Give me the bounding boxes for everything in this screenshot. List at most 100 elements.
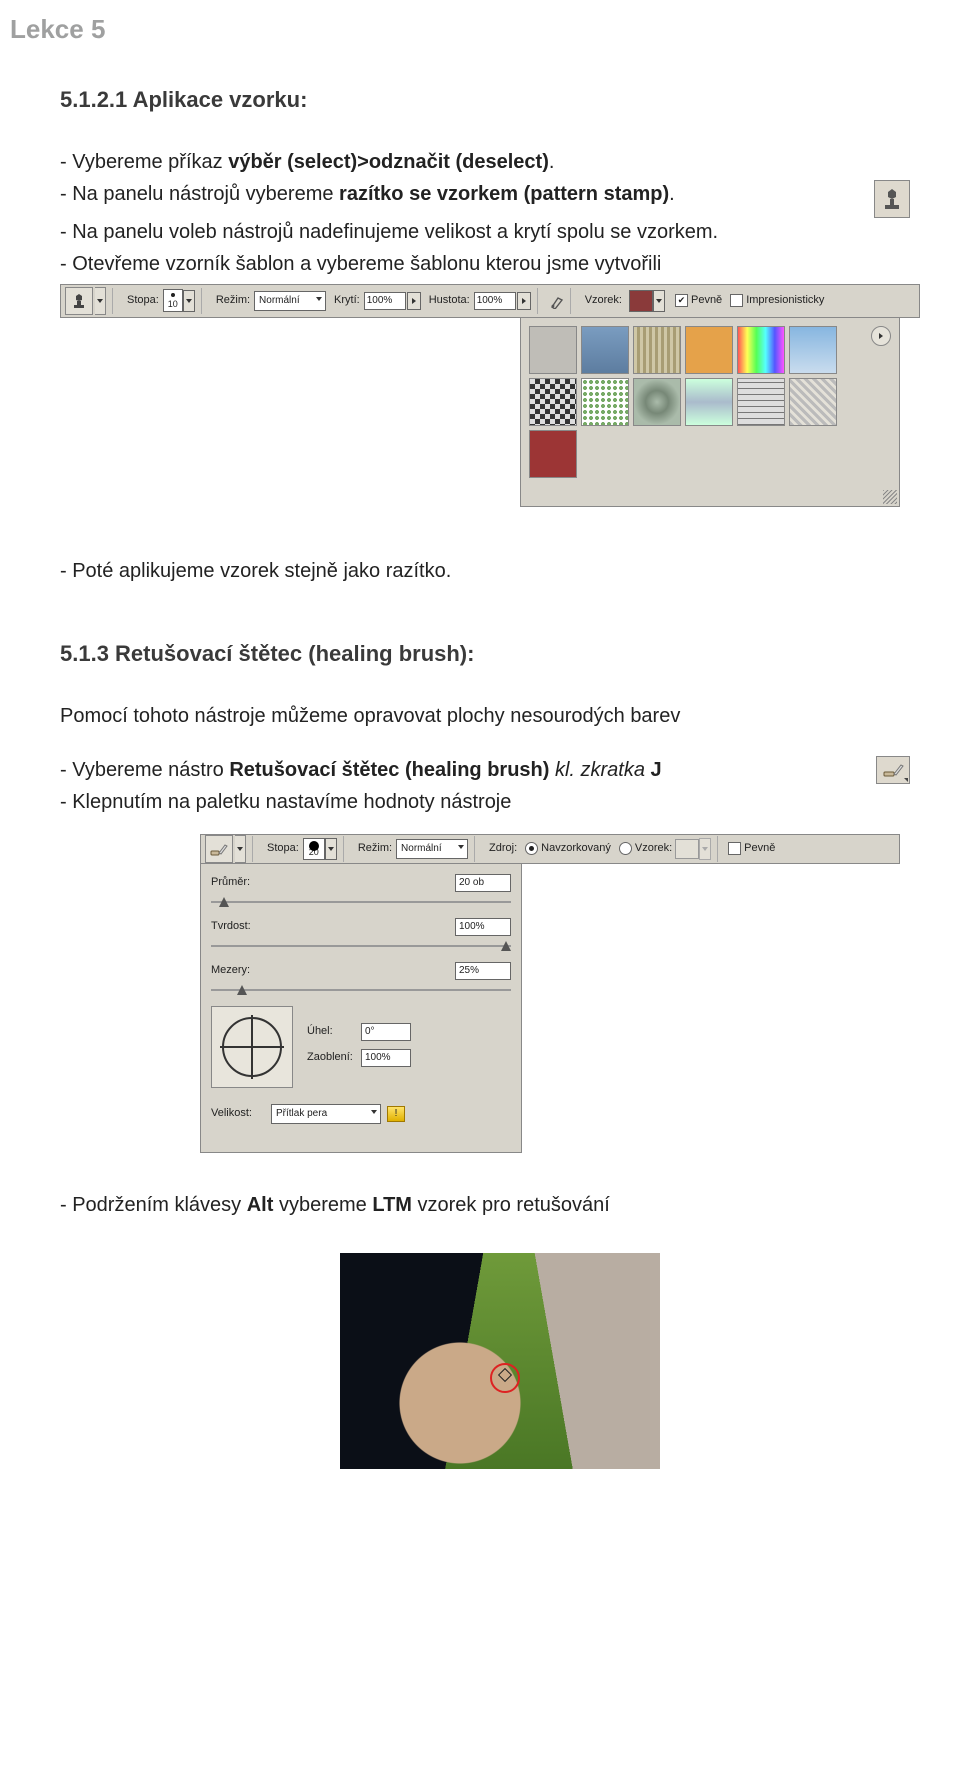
flow-field[interactable]: 100% — [474, 292, 516, 310]
radio-icon — [525, 842, 538, 855]
s2-intro: Pomocí tohoto nástroje můžeme opravovat … — [60, 702, 910, 730]
pattern-cell[interactable] — [633, 378, 681, 426]
hardness-slider[interactable] — [211, 940, 511, 954]
tool-dropdown[interactable] — [95, 287, 106, 315]
source-sampled-radio[interactable]: Navzorkovaný — [525, 841, 611, 856]
tool-button[interactable] — [205, 835, 233, 863]
pattern-cell[interactable] — [737, 326, 785, 374]
flow-flyout[interactable] — [517, 292, 531, 310]
radio-icon — [619, 842, 632, 855]
brush-label: Stopa: — [127, 293, 159, 308]
s1-line-4: - Otevřeme vzorník šablon a vybereme šab… — [60, 250, 910, 278]
brush-swatch[interactable]: 20 — [303, 838, 325, 860]
tool-button[interactable] — [65, 287, 93, 315]
pattern-swatch-disabled — [675, 839, 699, 859]
pattern-swatch[interactable] — [629, 290, 653, 312]
bold: Retušovací štětec (healing brush) — [229, 759, 549, 781]
example-photo-handshake — [340, 1253, 660, 1469]
txt: - Vybereme nástro — [60, 759, 229, 781]
size-combo[interactable]: Přítlak pera — [271, 1104, 381, 1124]
s2-line-2: - Vybereme nástro Retušovací štětec (hea… — [60, 756, 872, 784]
mode-label: Režim: — [216, 293, 250, 308]
aligned-checkbox[interactable]: Pevně — [675, 293, 722, 308]
sample-target-icon — [490, 1363, 520, 1393]
brush-settings-popup: Průměr: 20 ob Tvrdost: 100% Mezery: 25% — [200, 863, 522, 1153]
val: Normální — [401, 842, 442, 856]
txt: . — [669, 183, 675, 205]
pattern-cell[interactable] — [581, 326, 629, 374]
roundness-label: Zaoblení: — [307, 1050, 361, 1065]
panel-menu-button[interactable] — [871, 326, 891, 346]
diameter-slider[interactable] — [211, 896, 511, 910]
spacing-label: Mezery: — [211, 963, 271, 978]
mode-label: Režim: — [358, 841, 392, 856]
brush-swatch[interactable]: 10 — [163, 289, 183, 312]
brush-dropdown[interactable] — [325, 838, 337, 860]
options-bar-pattern-stamp: Stopa: 10 Režim: Normální Krytí: 100% Hu… — [60, 284, 920, 318]
s1-line-3: - Na panelu voleb nástrojů nadefinujeme … — [60, 218, 910, 246]
crosshair-icon — [222, 1017, 282, 1077]
pattern-cell[interactable] — [685, 326, 733, 374]
source-pattern-radio[interactable]: Vzorek: — [619, 841, 672, 856]
angle-label: Úhel: — [307, 1024, 361, 1039]
val: 10 — [168, 298, 178, 311]
val: 100% — [367, 294, 393, 308]
warning-icon: ! — [387, 1106, 405, 1122]
brush-label: Stopa: — [267, 841, 299, 856]
pattern-cell[interactable] — [529, 430, 577, 478]
airbrush-icon[interactable] — [550, 293, 564, 309]
txt: . — [549, 151, 555, 173]
opacity-field[interactable]: 100% — [364, 292, 406, 310]
pattern-dropdown[interactable] — [653, 290, 665, 312]
checkbox-icon — [675, 294, 688, 307]
roundness-field[interactable]: 100% — [361, 1049, 411, 1067]
s2-line-3: - Klepnutím na paletku nastavíme hodnoty… — [60, 788, 872, 816]
hardness-label: Tvrdost: — [211, 919, 271, 934]
pattern-cell[interactable] — [529, 378, 577, 426]
bold: razítko se vzorkem (pattern stamp) — [339, 183, 669, 205]
opacity-label: Krytí: — [334, 293, 360, 308]
pattern-cell[interactable] — [685, 378, 733, 426]
brush-dropdown[interactable] — [183, 290, 195, 312]
txt: vybereme — [273, 1194, 372, 1216]
diameter-field[interactable]: 20 ob — [455, 874, 511, 892]
pattern-cell[interactable] — [529, 326, 577, 374]
pattern-cell[interactable] — [789, 378, 837, 426]
s1-line-2: - Na panelu nástrojů vybereme razítko se… — [60, 180, 868, 208]
aligned-checkbox[interactable]: Pevně — [728, 841, 775, 856]
angle-field[interactable]: 0° — [361, 1023, 411, 1041]
txt: - Podržením klávesy — [60, 1194, 247, 1216]
pattern-cell[interactable] — [789, 326, 837, 374]
lesson-header: Lekce 5 — [0, 0, 960, 45]
bold: LTM — [372, 1194, 412, 1216]
pattern-label: Vzorek: — [585, 293, 622, 308]
mode-combo[interactable]: Normální — [396, 839, 468, 859]
diameter-label: Průměr: — [211, 875, 271, 890]
impressionist-label: Impresionisticky — [746, 293, 824, 308]
pattern-cell[interactable] — [633, 326, 681, 374]
final-line: - Podržením klávesy Alt vybereme LTM vzo… — [60, 1191, 910, 1219]
bold: výběr (select)>odznačit (deselect) — [228, 151, 549, 173]
opacity-flyout[interactable] — [407, 292, 421, 310]
tool-dropdown[interactable] — [235, 835, 246, 863]
options-bar-healing-brush: Stopa: 20 Režim: Normální Zdroj: Navzork… — [200, 834, 900, 864]
section-2-title: 5.1.3 Retušovací štětec (healing brush): — [60, 639, 910, 670]
flow-label: Hustota: — [429, 293, 470, 308]
source-label: Zdroj: — [489, 841, 517, 856]
pattern-cell[interactable] — [581, 378, 629, 426]
hardness-field[interactable]: 100% — [455, 918, 511, 936]
aligned-label: Pevně — [691, 293, 722, 308]
resize-grip-icon[interactable] — [883, 490, 897, 504]
spacing-field[interactable]: 25% — [455, 962, 511, 980]
val: 100% — [477, 294, 503, 308]
pattern-cell[interactable] — [737, 378, 785, 426]
section-1-title: 5.1.2.1 Aplikace vzorku: — [60, 85, 910, 116]
val: Přítlak pera — [276, 1107, 327, 1121]
brush-shape-preview[interactable] — [211, 1006, 293, 1088]
mode-combo[interactable]: Normální — [254, 291, 326, 311]
bold: Alt — [247, 1194, 274, 1216]
healing-brush-tool-icon — [876, 756, 910, 784]
spacing-slider[interactable] — [211, 984, 511, 998]
txt: - Na panelu nástrojů vybereme — [60, 183, 339, 205]
impressionist-checkbox[interactable]: Impresionisticky — [730, 293, 824, 308]
